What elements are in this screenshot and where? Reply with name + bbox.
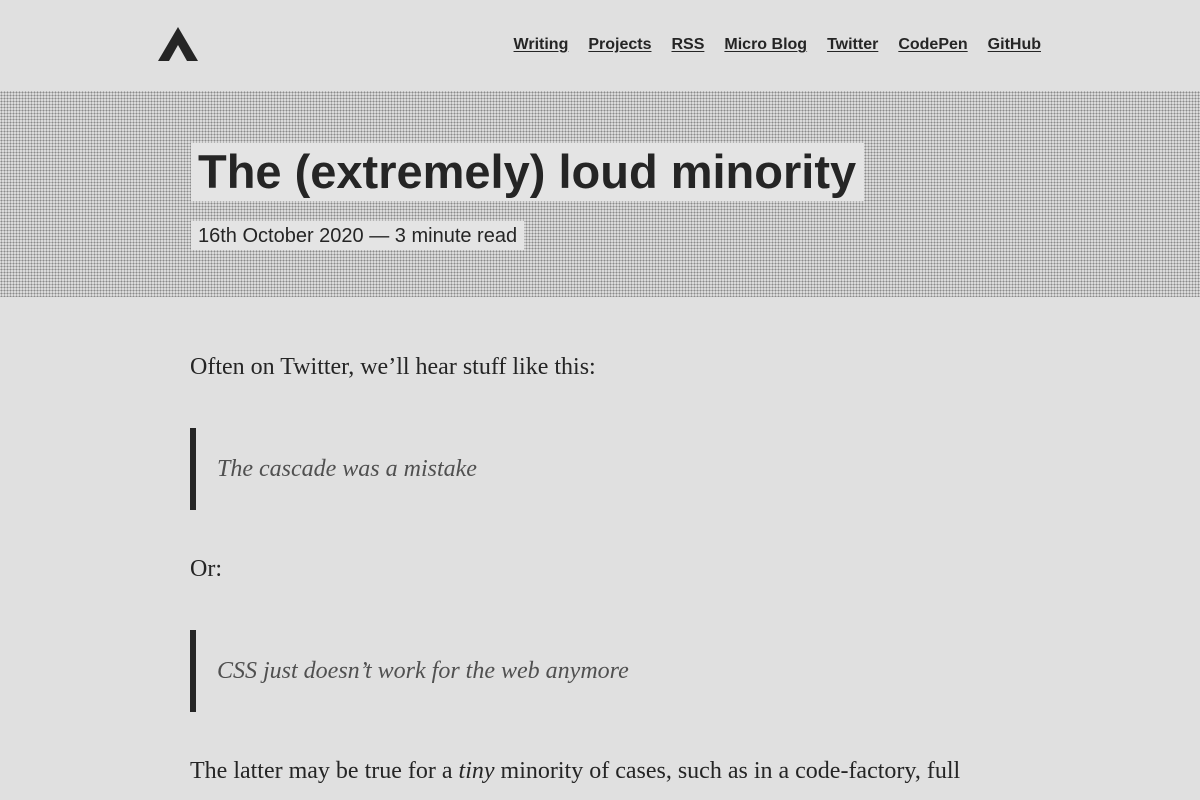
nav-link-writing[interactable]: Writing	[514, 36, 569, 54]
blockquote-text: CSS just doesn’t work for the web anymor…	[217, 658, 629, 684]
nav-link-rss[interactable]: RSS	[671, 36, 704, 54]
home-logo-link[interactable]	[158, 27, 198, 61]
post-meta: 16th October 2020 — 3 minute read	[191, 221, 525, 250]
body-paragraph: The latter may be true for a tiny minori…	[190, 754, 960, 788]
main-nav: Writing Projects RSS Micro Blog Twitter …	[514, 36, 1041, 54]
post-title: The (extremely) loud minority	[191, 143, 865, 201]
nav-link-projects[interactable]: Projects	[588, 36, 651, 54]
nav-link-micro-blog[interactable]: Micro Blog	[724, 36, 807, 54]
blockquote-cascade: The cascade was a mistake	[190, 428, 477, 510]
nav-link-twitter[interactable]: Twitter	[827, 36, 878, 54]
nav-link-github[interactable]: GitHub	[988, 36, 1041, 54]
post-hero: The (extremely) loud minority 16th Octob…	[0, 91, 1200, 297]
nav-link-codepen[interactable]: CodePen	[898, 36, 967, 54]
emphasis-text: tiny	[458, 758, 495, 784]
paragraph-text: The latter may be true for a	[190, 758, 459, 784]
or-paragraph: Or:	[190, 556, 222, 582]
site-header: Writing Projects RSS Micro Blog Twitter …	[0, 0, 1200, 91]
paragraph-text: minority of cases, such as in a code-fac…	[494, 758, 961, 784]
blockquote-css: CSS just doesn’t work for the web anymor…	[190, 630, 629, 712]
triangle-a-logo-icon	[158, 27, 198, 61]
blockquote-text: The cascade was a mistake	[217, 456, 477, 482]
intro-paragraph: Often on Twitter, we’ll hear stuff like …	[190, 354, 596, 380]
